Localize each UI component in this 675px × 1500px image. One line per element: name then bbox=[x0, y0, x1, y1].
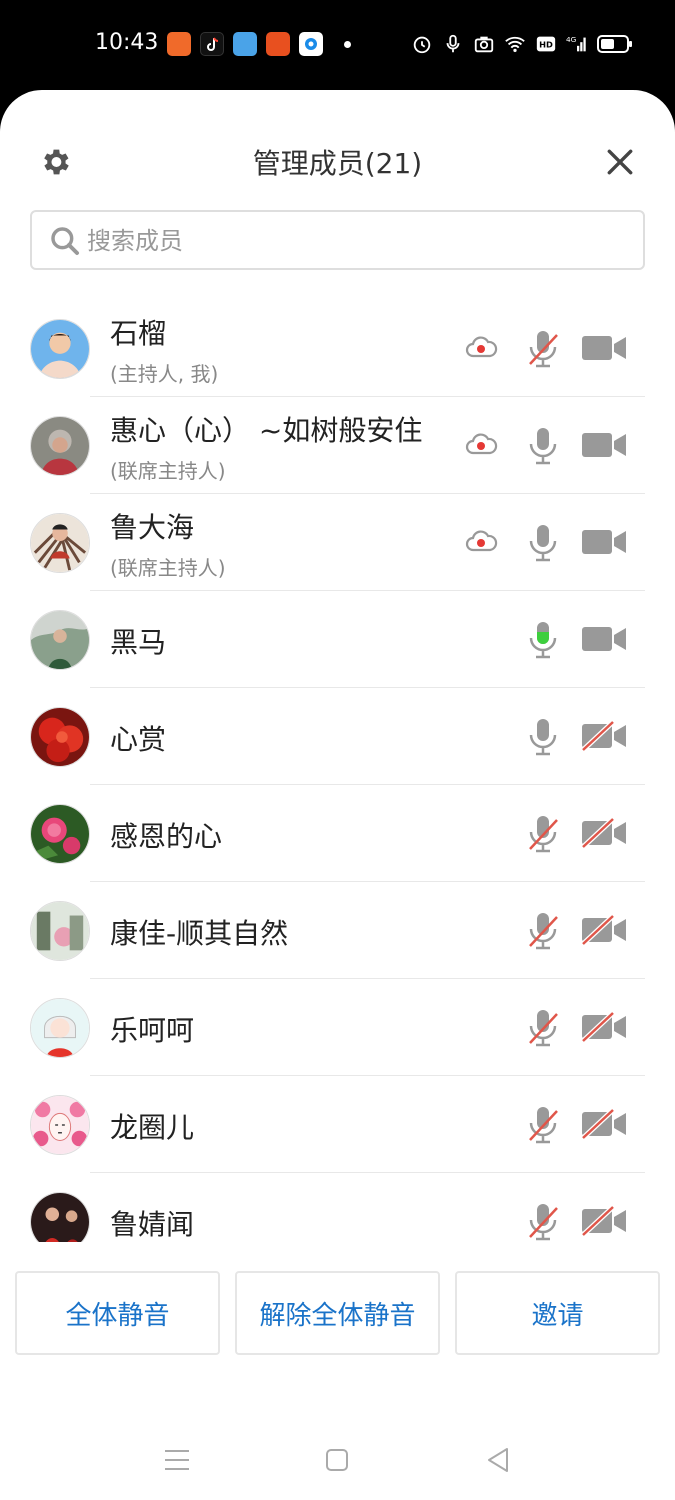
microphone-muted-icon[interactable] bbox=[526, 328, 560, 370]
avatar bbox=[30, 707, 90, 767]
member-row[interactable]: 惠心（心） ~如树般安住 (联席主持人) bbox=[0, 397, 675, 494]
svg-text:HD: HD bbox=[539, 40, 553, 50]
member-name: 心赏 bbox=[110, 723, 167, 756]
avatar bbox=[30, 416, 90, 476]
member-row[interactable]: 石榴 (主持人, 我) bbox=[0, 300, 675, 397]
cloud-record-icon bbox=[465, 433, 498, 455]
menu-nav-icon[interactable] bbox=[159, 1442, 195, 1478]
video-camera-off-icon[interactable] bbox=[580, 1205, 628, 1237]
video-camera-icon[interactable] bbox=[580, 332, 628, 364]
avatar bbox=[30, 804, 90, 864]
member-row[interactable]: 鲁大海 (联席主持人) bbox=[0, 494, 675, 591]
member-name: 石榴 bbox=[110, 317, 167, 350]
microphone-muted-icon[interactable] bbox=[526, 1104, 560, 1146]
member-row[interactable]: 乐呵呵 bbox=[0, 979, 675, 1076]
video-camera-off-icon[interactable] bbox=[580, 720, 628, 752]
avatar bbox=[30, 1095, 90, 1155]
mute-all-button[interactable]: 全体静音 bbox=[15, 1271, 220, 1355]
avatar bbox=[30, 319, 90, 379]
avatar bbox=[30, 513, 90, 573]
tiktok-icon bbox=[200, 32, 224, 56]
video-camera-off-icon[interactable] bbox=[580, 914, 628, 946]
status-bar: 10:43 HD 4G bbox=[0, 0, 675, 90]
member-name: 龙圈儿 bbox=[110, 1111, 195, 1144]
microphone-icon[interactable] bbox=[526, 425, 560, 467]
member-row[interactable]: 龙圈儿 bbox=[0, 1076, 675, 1173]
member-role: (联席主持人) bbox=[110, 556, 226, 580]
member-name: 鲁大海 bbox=[110, 511, 195, 544]
signal-4g-icon: 4G bbox=[566, 35, 586, 52]
svg-text:4G: 4G bbox=[566, 35, 577, 44]
microphone-muted-icon[interactable] bbox=[526, 910, 560, 952]
battery-icon bbox=[597, 35, 632, 53]
home-nav-icon[interactable] bbox=[319, 1442, 355, 1478]
member-name: 康佳-顺其自然 bbox=[110, 917, 289, 950]
microphone-icon[interactable] bbox=[526, 522, 560, 564]
invite-button[interactable]: 邀请 bbox=[455, 1271, 660, 1355]
notification-icons bbox=[167, 32, 351, 56]
member-row[interactable]: 鲁婧闻 bbox=[0, 1173, 675, 1242]
back-nav-icon[interactable] bbox=[481, 1442, 517, 1478]
member-row[interactable]: 心赏 bbox=[0, 688, 675, 785]
more-notifications-dot bbox=[344, 40, 351, 48]
video-camera-icon[interactable] bbox=[580, 526, 628, 558]
system-icons: HD 4G bbox=[411, 33, 633, 55]
video-camera-off-icon[interactable] bbox=[580, 1011, 628, 1043]
page-title: 管理成员(21) bbox=[252, 147, 423, 180]
search-box[interactable] bbox=[30, 210, 645, 270]
avatar bbox=[30, 901, 90, 961]
video-camera-icon[interactable] bbox=[580, 623, 628, 655]
hd-icon: HD bbox=[536, 36, 556, 52]
video-camera-off-icon[interactable] bbox=[580, 817, 628, 849]
app-notification-icon bbox=[167, 32, 191, 56]
status-time: 10:43 bbox=[95, 30, 159, 55]
avatar bbox=[30, 998, 90, 1058]
member-role: (主持人, 我) bbox=[110, 362, 219, 386]
member-row[interactable]: 康佳-顺其自然 bbox=[0, 882, 675, 979]
avatar bbox=[30, 610, 90, 670]
unmute-all-button[interactable]: 解除全体静音 bbox=[235, 1271, 440, 1355]
microphone-speaking-icon[interactable] bbox=[526, 619, 560, 661]
system-nav-bar bbox=[0, 1430, 675, 1500]
member-role: (联席主持人) bbox=[110, 459, 226, 483]
cloud-record-icon bbox=[465, 530, 498, 552]
microphone-muted-icon[interactable] bbox=[526, 813, 560, 855]
app-notification-icon bbox=[299, 32, 323, 56]
camera-status-icon bbox=[474, 36, 494, 53]
member-row[interactable]: 感恩的心 bbox=[0, 785, 675, 882]
member-name: 黑马 bbox=[110, 626, 167, 659]
search-icon bbox=[51, 227, 79, 255]
microphone-icon[interactable] bbox=[526, 716, 560, 758]
member-name: 惠心（心） ~如树般安住 bbox=[110, 414, 423, 447]
member-name: 鲁婧闻 bbox=[110, 1208, 195, 1241]
app-notification-icon bbox=[233, 32, 257, 56]
microphone-muted-icon[interactable] bbox=[526, 1201, 560, 1242]
video-camera-icon[interactable] bbox=[580, 429, 628, 461]
video-camera-off-icon[interactable] bbox=[580, 1108, 628, 1140]
close-icon[interactable] bbox=[604, 146, 636, 178]
avatar bbox=[30, 1192, 90, 1242]
microphone-muted-icon[interactable] bbox=[526, 1007, 560, 1049]
member-row[interactable]: 黑马 bbox=[0, 591, 675, 688]
member-name: 感恩的心 bbox=[110, 820, 223, 853]
app-notification-icon bbox=[266, 32, 290, 56]
action-bar: 全体静音 解除全体静音 邀请 bbox=[15, 1271, 660, 1355]
member-list[interactable]: 石榴 (主持人, 我) 惠心（心） ~如树般安住 (联席主持人) 鲁大海 (联席… bbox=[0, 300, 675, 1242]
member-name: 乐呵呵 bbox=[110, 1014, 195, 1047]
microphone-status-icon bbox=[446, 34, 460, 53]
cloud-record-icon bbox=[465, 336, 498, 358]
search-input[interactable] bbox=[87, 222, 627, 260]
wifi-icon bbox=[505, 36, 525, 53]
manage-members-sheet: 管理成员(21) 石榴 (主持人, 我) 惠心（心） ~如树 bbox=[0, 90, 675, 1500]
alarm-icon bbox=[413, 36, 431, 54]
